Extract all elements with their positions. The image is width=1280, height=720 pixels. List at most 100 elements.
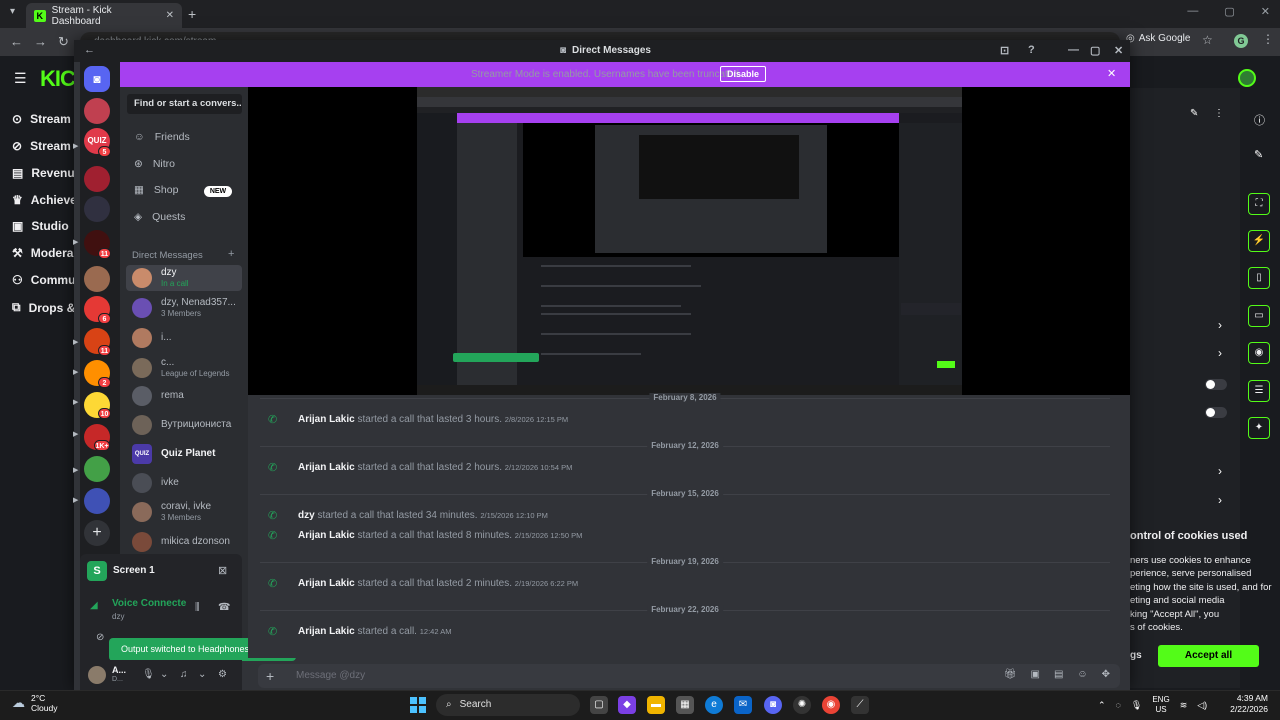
message-author[interactable]: Arijan Lakic (298, 462, 355, 473)
headphones-icon[interactable]: ♫ (180, 669, 188, 680)
back-icon[interactable]: ← (10, 34, 23, 49)
edit-icon[interactable]: ✎ (1190, 108, 1198, 119)
browser-tab-kick[interactable]: K Stream - Kick Dashboard ✕ (26, 3, 182, 28)
dm-item[interactable]: rema (126, 383, 242, 409)
weather-widget[interactable]: ☁ 2°C Cloudy (12, 693, 57, 713)
ask-google-button[interactable]: ◎ Ask Google (1126, 33, 1190, 44)
noise-suppression-icon[interactable]: ⫼ (195, 602, 200, 613)
tray-chevron-icon[interactable]: ⌃ (1098, 700, 1106, 711)
dm-item[interactable]: i... (126, 325, 242, 351)
user-settings-gear-icon[interactable]: ⚙ (218, 669, 227, 680)
help-icon[interactable]: ? (1028, 44, 1035, 56)
disconnect-icon[interactable]: ☎ (218, 602, 230, 613)
cookie-settings-link[interactable]: gs (1130, 650, 1142, 661)
file-explorer-icon[interactable]: ▬ (647, 696, 665, 714)
dm-item[interactable]: ivke (126, 470, 242, 496)
server-icon[interactable] (84, 456, 110, 482)
language-indicator[interactable]: ENG US (1152, 695, 1169, 715)
profile-avatar[interactable]: G (1234, 34, 1248, 48)
accept-all-button[interactable]: Accept all (1158, 645, 1259, 667)
volume-icon[interactable]: ◁) (1197, 700, 1207, 711)
tab-close-icon[interactable]: ✕ (166, 10, 174, 21)
chevron-right-icon[interactable]: › (1218, 346, 1222, 360)
chevron-right-icon[interactable]: › (1218, 493, 1222, 507)
microphone-icon[interactable]: 🎙 (142, 669, 155, 680)
app-icon[interactable]: ⟋ (851, 696, 869, 714)
hamburger-menu-icon[interactable]: ☰ (14, 70, 27, 87)
kick-nav-studio[interactable]: ▣ Studio (12, 219, 69, 233)
stop-stream-icon[interactable]: ⊠ (218, 564, 227, 577)
sticker-icon[interactable]: ▤ (1054, 669, 1063, 680)
nitro-menu-item[interactable]: ⊛ Nitro (134, 158, 175, 170)
server-icon[interactable] (84, 266, 110, 292)
tab-search-icon[interactable]: ▾ (10, 6, 15, 17)
discord-taskbar-icon[interactable]: ◙ (764, 696, 782, 714)
chevron-right-icon[interactable]: › (1218, 464, 1222, 478)
gif-icon[interactable]: ▣ (1030, 669, 1039, 680)
mic-tray-icon[interactable]: 🎙 (1131, 700, 1142, 711)
wifi-icon[interactable]: ≋ (1180, 700, 1188, 711)
windows-start-icon[interactable] (410, 697, 426, 713)
dm-item[interactable]: dzy In a call (126, 265, 242, 291)
discord-minimize-icon[interactable]: — (1068, 44, 1079, 56)
copilot-icon[interactable]: ◆ (618, 696, 636, 714)
forward-icon[interactable]: → (34, 34, 47, 49)
info-icon[interactable]: ⓘ (1254, 112, 1265, 128)
dm-item[interactable]: QUIZ Quiz Planet (126, 441, 242, 467)
rail-button-broadcast[interactable]: ◉ (1248, 342, 1270, 364)
message-composer[interactable]: + Message @dzy 🎁︎ ▣ ▤ ☺ ✥ (258, 664, 1120, 688)
dm-item[interactable]: coravi, ivke 3 Members (126, 499, 242, 525)
kick-nav-achievements[interactable]: ♛ Achieve (12, 193, 77, 207)
screen-share-panel[interactable]: S Screen 1 ⊠ (80, 554, 242, 588)
camera-off-icon[interactable]: ⊘ (96, 632, 104, 643)
reload-icon[interactable]: ↻ (58, 34, 69, 50)
dm-item[interactable]: dzy, Nenad357... 3 Members (126, 295, 242, 321)
friends-menu-item[interactable]: ☺ Friends (134, 131, 190, 143)
rail-button-fullscreen[interactable]: ⛶ (1248, 193, 1270, 215)
kick-user-avatar[interactable] (1238, 69, 1256, 87)
maximize-icon[interactable]: ▢ (1224, 5, 1234, 18)
gift-icon[interactable]: 🎁︎ (1004, 669, 1017, 680)
rail-button-layout[interactable]: ☰ (1248, 380, 1270, 402)
more-icon[interactable]: ⋮ (1214, 108, 1224, 119)
message-author[interactable]: Arijan Lakic (298, 530, 355, 541)
kick-nav-stream-2[interactable]: ⊘ Stream (12, 139, 71, 153)
bookmark-star-icon[interactable]: ☆ (1202, 33, 1213, 47)
discord-back-icon[interactable]: ← (84, 44, 95, 56)
dm-item[interactable]: c... League of Legends (126, 355, 242, 381)
discord-close-icon[interactable]: ✕ (1114, 44, 1123, 57)
rail-button-note[interactable]: ▯ (1248, 267, 1270, 289)
kick-nav-moderation[interactable]: ⚒ Modera (12, 246, 73, 260)
rail-button-tools[interactable]: ✦ (1248, 417, 1270, 439)
toggle-switch[interactable] (1205, 407, 1227, 418)
message-author[interactable]: Arijan Lakic (298, 414, 355, 425)
dm-item[interactable]: Вутрициониста (126, 412, 242, 438)
disable-streamer-mode-button[interactable]: Disable (720, 66, 766, 82)
taskbar-clock[interactable]: 4:39 AM 2/22/2026 (1222, 693, 1268, 715)
user-avatar[interactable] (88, 666, 106, 684)
create-dm-icon[interactable]: + (228, 248, 234, 260)
kick-nav-drops[interactable]: ⧉ Drops & (12, 300, 75, 315)
kick-nav-revenue[interactable]: ▤ Revenu (12, 166, 75, 180)
task-view-icon[interactable]: ▢ (590, 696, 608, 714)
taskbar-search[interactable]: ⌕ Search (436, 694, 580, 716)
kick-nav-community[interactable]: ⚇ Commu (12, 273, 75, 287)
inbox-icon[interactable]: ⊡ (1000, 44, 1009, 57)
app-icon[interactable]: ✺ (793, 696, 811, 714)
close-window-icon[interactable]: ✕ (1261, 5, 1270, 18)
voice-status[interactable]: Voice Connecte (112, 598, 186, 609)
edge-icon[interactable]: e (705, 696, 723, 714)
apps-icon[interactable]: ✥ (1102, 669, 1110, 680)
attach-plus-icon[interactable]: + (266, 668, 274, 684)
headphone-options-chevron-icon[interactable]: ⌄ (198, 669, 206, 680)
message-author[interactable]: Arijan Lakic (298, 578, 355, 589)
chrome-taskbar-icon[interactable]: ◉ (822, 696, 840, 714)
discord-maximize-icon[interactable]: ▢ (1090, 44, 1100, 57)
message-author[interactable]: dzy (298, 510, 315, 521)
rail-button-bolt[interactable]: ⚡ (1248, 230, 1270, 252)
server-icon[interactable] (84, 98, 110, 124)
banner-close-icon[interactable]: ✕ (1107, 67, 1116, 80)
mic-options-chevron-icon[interactable]: ⌄ (160, 669, 168, 680)
add-server-icon[interactable]: + (84, 520, 110, 546)
discord-home-icon[interactable]: ◙ (84, 66, 110, 92)
